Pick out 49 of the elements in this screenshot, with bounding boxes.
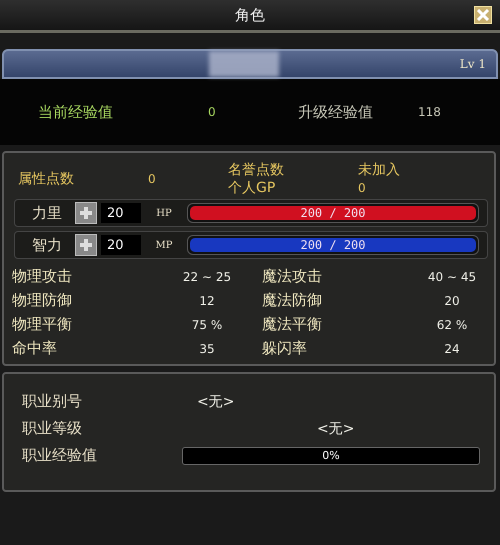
gp-value: 0: [358, 181, 367, 195]
add-point-button[interactable]: [75, 234, 97, 256]
points-value: 0: [148, 172, 157, 186]
points-label: 属性点数: [18, 170, 75, 188]
next-exp-label: 升级经验值: [298, 102, 374, 122]
job-level-value: <无>: [316, 420, 356, 438]
add-point-button[interactable]: [75, 202, 97, 224]
gp-label: 个人GP: [228, 179, 276, 197]
stat-value: 20: [101, 235, 141, 255]
bar-label: HP: [155, 208, 173, 218]
job-exp-label: 职业经验值: [22, 446, 98, 465]
job-level-label: 职业等级: [22, 419, 83, 438]
attribute-label: 魔法防御: [262, 291, 323, 310]
job-exp-reading: 0%: [321, 448, 341, 464]
current-exp-label: 当前经验值: [38, 102, 114, 122]
job-title-value: <无>: [196, 392, 236, 410]
stat-value: 20: [101, 203, 141, 223]
attribute-value: 12: [198, 294, 216, 308]
plus-icon: [79, 238, 93, 252]
attribute-label: 物理防御: [12, 291, 73, 310]
bar-label: MP: [154, 240, 174, 250]
attribute-value: 20: [443, 294, 461, 308]
attribute-value: 24: [443, 342, 461, 356]
level-label: Lv 1: [460, 57, 486, 71]
next-exp-value: 118: [418, 105, 442, 119]
attribute-label: 物理平衡: [12, 315, 73, 334]
close-icon: [477, 9, 489, 21]
attribute-value: 22 ~ 25: [182, 270, 232, 284]
attribute-label: 物理攻击: [12, 267, 73, 286]
bar-reading: 200 / 200: [299, 237, 367, 254]
close-button[interactable]: [474, 6, 492, 24]
honor-value: 未加入: [358, 161, 401, 179]
bar-reading: 200 / 200: [299, 205, 367, 222]
attribute-label: 躲闪率: [262, 339, 308, 358]
honor-label: 名誉点数: [228, 161, 285, 179]
attribute-value: 75 %: [190, 318, 224, 332]
window-title: 角色: [235, 6, 265, 24]
plus-icon: [79, 206, 93, 220]
attribute-label: 魔法攻击: [262, 267, 323, 286]
job-title-label: 职业别号: [22, 392, 83, 411]
attribute-value: 62 %: [436, 318, 468, 332]
attribute-label: 魔法平衡: [262, 315, 323, 334]
attribute-value: 35: [198, 342, 216, 356]
attribute-value: 40 ~ 45: [426, 270, 478, 284]
stat-label: 智力: [31, 236, 63, 254]
current-exp-value: 0: [208, 105, 217, 119]
stat-label: 力里: [31, 204, 63, 222]
blurred-name: [209, 51, 279, 77]
attribute-label: 命中率: [12, 339, 58, 358]
